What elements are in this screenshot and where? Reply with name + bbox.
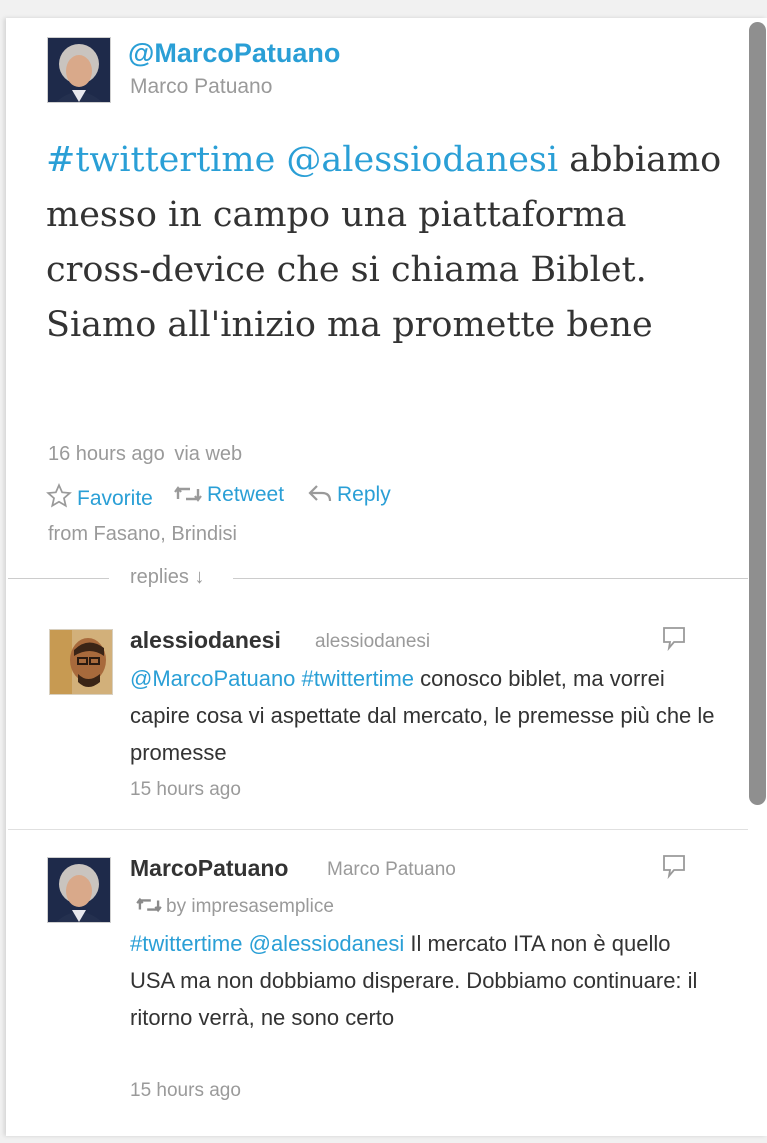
reply-timestamp[interactable]: 15 hours ago (130, 1080, 241, 1102)
hashtag-link[interactable]: #twittertime (130, 931, 242, 956)
reply-author-handle[interactable]: alessiodanesi (315, 631, 430, 653)
tweet-meta: 16 hours ago via web (48, 443, 242, 466)
retweet-icon (174, 486, 202, 502)
star-icon (46, 483, 72, 508)
divider (8, 829, 748, 830)
reply-author-name[interactable]: alessiodanesi (130, 627, 281, 654)
avatar-marco-patuano-image (48, 858, 110, 922)
retweet-label: Retweet (207, 483, 285, 506)
author-name: Marco Patuano (130, 75, 273, 98)
divider (233, 578, 748, 579)
reply-bubble-icon[interactable] (660, 852, 688, 885)
favorite-label: Favorite (77, 487, 153, 510)
mention-link[interactable]: @MarcoPatuano (130, 666, 295, 691)
tweet-text: #twittertime @alessiodanesi abbiamo mess… (46, 133, 726, 353)
reply-author-name[interactable]: MarcoPatuano (130, 855, 288, 882)
reply-bubble-icon[interactable] (660, 624, 688, 657)
avatar-marco-patuano-image (48, 38, 110, 102)
avatar[interactable] (49, 629, 113, 695)
speech-bubble-icon (663, 627, 685, 652)
author-handle[interactable]: @MarcoPatuano (128, 38, 340, 69)
reply-text: @MarcoPatuano #twittertime conosco bible… (130, 660, 720, 771)
tweet-timestamp[interactable]: 16 hours ago (48, 443, 165, 465)
retweet-icon (136, 897, 162, 913)
reply-button[interactable]: Reply (308, 483, 391, 507)
divider (8, 578, 109, 579)
avatar[interactable] (47, 857, 111, 923)
retweet-button[interactable]: Retweet (174, 483, 284, 507)
favorite-button[interactable]: Favorite (46, 483, 153, 511)
reply-text: #twittertime @alessiodanesi Il mercato I… (130, 925, 720, 1036)
scrollbar-thumb[interactable] (749, 22, 766, 805)
reply-label: Reply (337, 483, 391, 506)
avatar-alessiodanesi-image (50, 630, 112, 694)
hashtag-link[interactable]: #twittertime (46, 140, 275, 180)
tweet-source[interactable]: via web (174, 443, 242, 465)
mention-link[interactable]: @alessiodanesi (286, 140, 558, 180)
avatar[interactable] (47, 37, 111, 103)
tweet-place[interactable]: from Fasano, Brindisi (48, 523, 237, 546)
speech-bubble-icon (663, 855, 685, 880)
hashtag-link[interactable]: #twittertime (302, 666, 414, 691)
mention-link[interactable]: @alessiodanesi (249, 931, 405, 956)
reply-arrow-icon (308, 485, 332, 502)
reply-author-handle[interactable]: Marco Patuano (327, 859, 456, 881)
replies-header: replies ↓ (130, 566, 205, 588)
retweeted-by: by impresasemplice (136, 895, 334, 918)
retweeted-by-label[interactable]: by impresasemplice (166, 896, 334, 917)
reply-timestamp[interactable]: 15 hours ago (130, 779, 241, 801)
